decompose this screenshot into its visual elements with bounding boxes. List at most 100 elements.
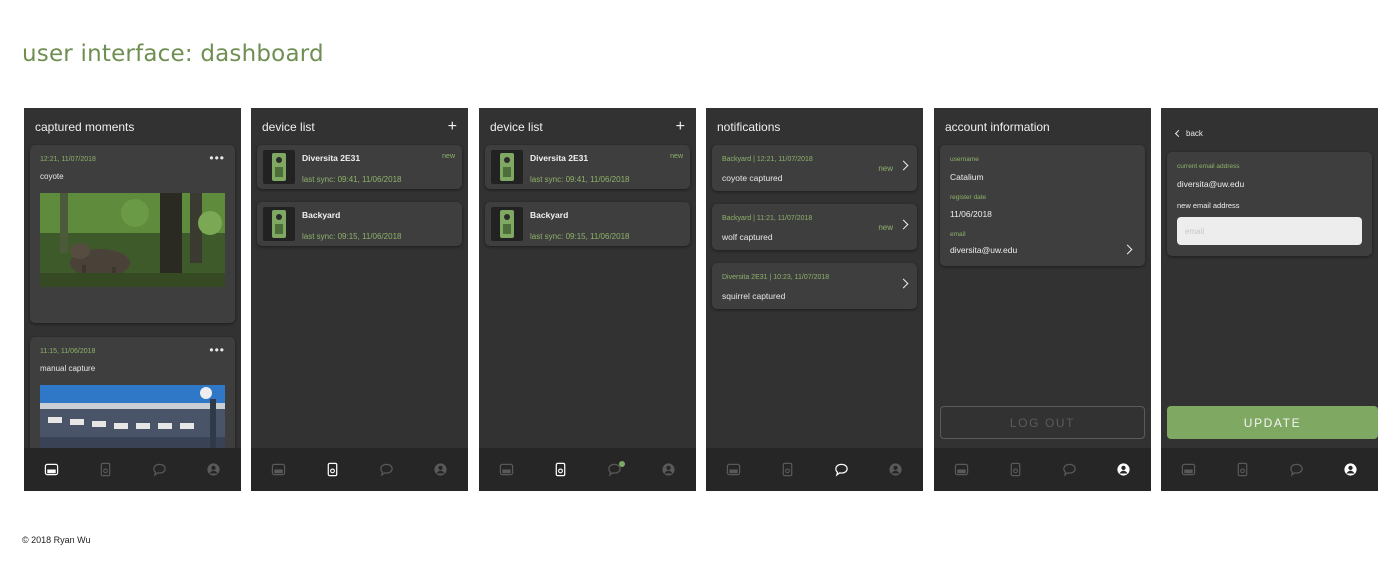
device-card[interactable]: Diversita 2E31 new last sync: 09:41, 11/… [485,145,690,189]
nav-account-button[interactable] [199,455,229,485]
user-icon [206,462,221,477]
nav-moments-button[interactable] [36,455,66,485]
device-name: Diversita 2E31 [302,153,361,163]
bottom-nav [251,448,468,491]
chat-bubble-icon [1062,462,1077,477]
notification-meta: Diversita 2E31 | 10:23, 11/07/2018 [722,274,830,281]
moment-timestamp: 11:15, 11/06/2018 [40,348,96,355]
nav-devices-button[interactable] [1227,455,1257,485]
notification-meta: Backyard | 12:21, 11/07/2018 [722,156,813,163]
chevron-right-icon[interactable] [1122,244,1133,255]
device-icon [553,462,568,477]
moment-card[interactable]: 12:21, 11/07/2018 ••• coyote [30,145,235,323]
screen-header: notifications [717,118,912,136]
notification-meta: Backyard | 11:21, 11/07/2018 [722,215,813,222]
page-heading: user interface: dashboard [22,41,324,67]
screen-device-list: device list + Diversita 2E31 new last sy… [251,108,468,491]
nav-devices-button[interactable] [772,455,802,485]
nav-devices-button[interactable] [90,455,120,485]
device-icon [1235,462,1250,477]
new-email-input[interactable] [1177,217,1362,245]
user-icon [661,462,676,477]
update-button[interactable]: UPDATE [1167,406,1378,439]
username-label: username [950,156,979,163]
screen-header: device list + [262,118,457,136]
screen-title: device list [262,120,315,134]
screen-title: notifications [717,120,781,134]
more-options-icon[interactable]: ••• [209,151,225,165]
device-icon [325,462,340,477]
nav-notifications-button[interactable] [1282,455,1312,485]
notification-card[interactable]: Backyard | 11:21, 11/07/2018 wolf captur… [712,204,917,250]
nav-notifications-button[interactable] [1055,455,1085,485]
notification-title: coyote captured [722,173,783,183]
coyote-photo[interactable] [40,193,225,287]
device-thumbnail [491,150,523,184]
nav-account-button[interactable] [654,455,684,485]
device-icon [98,462,113,477]
nav-moments-button[interactable] [1173,455,1203,485]
back-button[interactable]: back [1174,129,1203,138]
notification-dot [618,460,625,467]
bottom-nav [934,448,1151,491]
bottom-nav [706,448,923,491]
moment-timestamp: 12:21, 11/07/2018 [40,156,96,163]
moments-icon [1181,462,1196,477]
device-card[interactable]: Backyard last sync: 09:15, 11/06/2018 [485,202,690,246]
nav-moments-button[interactable] [263,455,293,485]
add-device-icon[interactable]: + [448,119,457,135]
notification-title: wolf captured [722,232,773,242]
register-date-label: register date [950,194,987,201]
chat-bubble-icon [834,462,849,477]
email-value[interactable]: diversita@uw.edu [950,245,1017,255]
new-badge: new [670,153,683,160]
nav-devices-button[interactable] [317,455,347,485]
device-name: Backyard [302,210,341,220]
device-card[interactable]: Backyard last sync: 09:15, 11/06/2018 [257,202,462,246]
nav-moments-button[interactable] [718,455,748,485]
current-email-value: diversita@uw.edu [1177,179,1245,189]
copyright-footer: © 2018 Ryan Wu [22,535,91,545]
nav-devices-button[interactable] [545,455,575,485]
chevron-right-icon [898,278,909,289]
more-options-icon[interactable]: ••• [209,343,225,357]
screen-title: device list [490,120,543,134]
username-value: Catalium [950,172,984,182]
moment-title: coyote [40,172,64,181]
nav-account-button[interactable] [1336,455,1366,485]
user-icon [433,462,448,477]
device-thumbnail [491,207,523,241]
add-device-icon[interactable]: + [676,119,685,135]
user-icon [1343,462,1358,477]
notification-card[interactable]: Diversita 2E31 | 10:23, 11/07/2018 squir… [712,263,917,309]
nav-account-button[interactable] [881,455,911,485]
device-card[interactable]: Diversita 2E31 new last sync: 09:41, 11/… [257,145,462,189]
building-photo[interactable] [40,385,225,455]
nav-moments-button[interactable] [946,455,976,485]
new-badge: new [878,223,893,232]
nav-notifications-button[interactable] [145,455,175,485]
device-thumbnail [263,150,295,184]
nav-notifications-button[interactable] [600,455,630,485]
bottom-nav [1161,448,1378,491]
moments-icon [726,462,741,477]
nav-notifications-button[interactable] [827,455,857,485]
nav-notifications-button[interactable] [372,455,402,485]
nav-devices-button[interactable] [1000,455,1030,485]
logout-button[interactable]: LOG OUT [940,406,1145,439]
email-edit-card: current email address diversita@uw.edu n… [1167,152,1372,256]
moment-card[interactable]: 11:15, 11/06/2018 ••• manual capture [30,337,235,462]
screen-header: device list + [490,118,685,136]
screen-header: account information [945,118,1140,136]
moments-icon [44,462,59,477]
nav-account-button[interactable] [426,455,456,485]
moments-icon [271,462,286,477]
notification-title: squirrel captured [722,291,786,301]
notification-card[interactable]: Backyard | 12:21, 11/07/2018 coyote capt… [712,145,917,191]
screen-header: captured moments [35,118,230,136]
screen-edit-email: back current email address diversita@uw.… [1161,108,1378,491]
screen-device-list-alert: device list + Diversita 2E31 new last sy… [479,108,696,491]
nav-account-button[interactable] [1109,455,1139,485]
chat-bubble-icon [152,462,167,477]
nav-moments-button[interactable] [491,455,521,485]
